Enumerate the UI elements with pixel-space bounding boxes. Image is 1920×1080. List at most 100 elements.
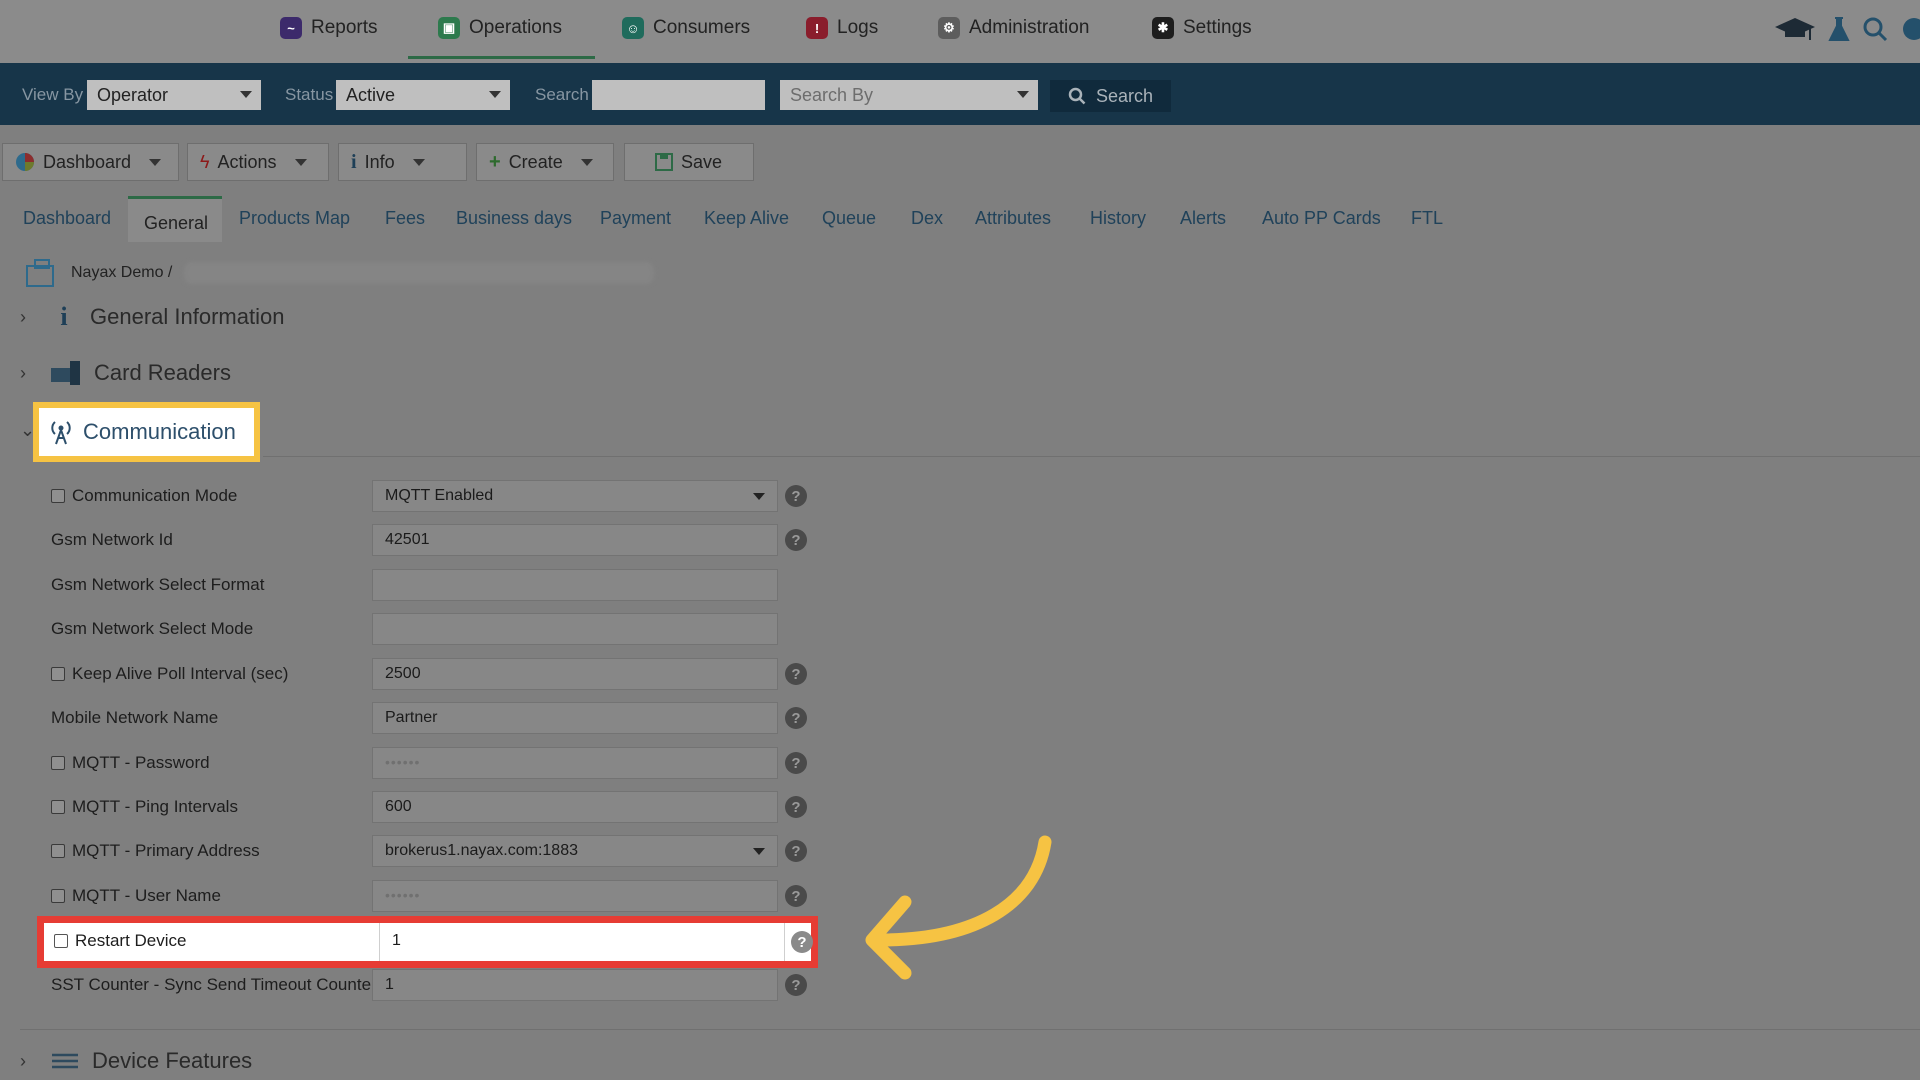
tab-attributes[interactable]: Attributes <box>975 208 1051 229</box>
section-card-readers[interactable]: › Card Readers <box>20 359 231 387</box>
communication-mode-select[interactable]: MQTT Enabled <box>372 480 778 512</box>
help-icon[interactable]: ? <box>785 885 807 907</box>
help-icon[interactable]: ? <box>785 840 807 862</box>
search-icon[interactable] <box>1862 16 1888 42</box>
gsm-network-select-format-input[interactable] <box>372 569 778 601</box>
tab-queue[interactable]: Queue <box>822 208 876 229</box>
view-by-select[interactable]: Operator <box>87 80 261 110</box>
section-device-features[interactable]: › Device Features <box>20 1048 252 1074</box>
restart-device-highlight: Restart Device 1 ? <box>37 916 818 968</box>
help-icon[interactable]: ? <box>791 931 813 953</box>
gsm-network-id-input[interactable]: 42501 <box>372 524 778 556</box>
tab-history[interactable]: History <box>1090 208 1146 229</box>
search-icon <box>1068 87 1086 105</box>
chevron-down-icon <box>1017 91 1029 98</box>
consumers-icon: ☺ <box>622 17 644 39</box>
help-icon[interactable]: ? <box>785 485 807 507</box>
administration-icon: ⚙ <box>938 17 960 39</box>
nav-settings[interactable]: ✱ Settings <box>1152 0 1252 56</box>
breadcrumb-text[interactable]: Nayax Demo / <box>71 264 172 282</box>
chevron-down-icon <box>753 493 765 500</box>
dashboard-dropdown-button[interactable]: Dashboard <box>2 143 179 181</box>
flask-icon[interactable] <box>1828 16 1850 42</box>
actions-dropdown-button[interactable]: ϟ Actions <box>187 143 329 181</box>
tab-fees[interactable]: Fees <box>385 208 425 229</box>
status-label: Status <box>285 85 334 104</box>
nav-logs[interactable]: ! Logs <box>806 0 878 56</box>
gsm-network-select-mode-input[interactable] <box>372 613 778 645</box>
tab-ftl[interactable]: FTL <box>1411 208 1443 229</box>
field-checkbox[interactable] <box>51 800 65 814</box>
tab-alerts[interactable]: Alerts <box>1180 208 1226 229</box>
create-dropdown-button[interactable]: + Create <box>476 143 614 181</box>
tab-dashboard[interactable]: Dashboard <box>23 208 111 229</box>
globe-icon[interactable] <box>1900 16 1920 42</box>
field-checkbox[interactable] <box>51 844 65 858</box>
section-communication[interactable]: Communication <box>33 402 260 462</box>
keep-alive-poll-interval-input[interactable]: 2500 <box>372 658 778 690</box>
status-select[interactable]: Active <box>336 80 510 110</box>
nav-reports[interactable]: ~ Reports <box>280 0 378 56</box>
chevron-down-icon <box>294 158 307 166</box>
search-label: Search <box>535 85 589 104</box>
mobile-network-name-input[interactable]: Partner <box>372 702 778 734</box>
section-general-information[interactable]: › i General Information <box>20 302 284 332</box>
restart-device-checkbox[interactable] <box>54 934 68 948</box>
info-dropdown-button[interactable]: i Info <box>338 143 467 181</box>
chevron-down-icon <box>489 91 501 98</box>
help-icon[interactable]: ? <box>785 707 807 729</box>
reports-icon: ~ <box>280 17 302 39</box>
annotation-arrow-icon <box>865 835 1052 980</box>
view-by-label: View By <box>22 85 84 104</box>
tab-payment[interactable]: Payment <box>600 208 671 229</box>
help-icon[interactable]: ? <box>785 974 807 996</box>
sst-counter-input[interactable]: 1 <box>372 969 778 1001</box>
chevron-down-icon <box>240 91 252 98</box>
mqtt-primary-address-select[interactable]: brokerus1.nayax.com:1883 <box>372 835 778 867</box>
lightning-icon: ϟ <box>200 151 210 172</box>
chevron-down-icon <box>149 158 162 166</box>
card-reader-icon <box>51 361 80 385</box>
graduation-cap-icon[interactable] <box>1774 14 1816 44</box>
tab-auto-pp-cards[interactable]: Auto PP Cards <box>1262 208 1381 229</box>
info-icon: i <box>60 302 68 331</box>
mqtt-password-input[interactable]: •••••• <box>372 747 778 779</box>
help-icon[interactable]: ? <box>785 663 807 685</box>
chevron-right-icon: › <box>20 362 26 383</box>
search-input[interactable] <box>592 80 765 110</box>
pie-chart-icon <box>16 153 34 171</box>
field-checkbox[interactable] <box>51 667 65 681</box>
save-icon <box>655 153 673 171</box>
help-icon[interactable]: ? <box>785 796 807 818</box>
help-icon[interactable]: ? <box>785 529 807 551</box>
chevron-right-icon: › <box>20 306 26 327</box>
section-divider <box>263 456 1920 457</box>
tab-products-map[interactable]: Products Map <box>239 208 350 229</box>
field-checkbox[interactable] <box>51 489 65 503</box>
filter-bar: View By Operator Status Active Search Se… <box>0 63 1920 125</box>
nav-consumers[interactable]: ☺ Consumers <box>622 0 750 56</box>
chevron-down-icon <box>580 158 593 166</box>
device-folder-icon <box>26 259 54 287</box>
info-icon: i <box>351 150 357 173</box>
tab-dex[interactable]: Dex <box>911 208 943 229</box>
search-by-select[interactable]: Search By <box>780 80 1038 110</box>
chevron-down-icon <box>412 158 425 166</box>
nav-administration[interactable]: ⚙ Administration <box>938 0 1089 56</box>
tab-general[interactable]: General <box>128 196 222 242</box>
restart-device-input[interactable]: 1 <box>379 923 785 961</box>
nav-operations[interactable]: ▣ Operations <box>408 0 595 59</box>
mqtt-user-name-input[interactable]: •••••• <box>372 880 778 912</box>
breadcrumb: Nayax Demo / <box>25 258 655 288</box>
tab-keep-alive[interactable]: Keep Alive <box>704 208 789 229</box>
antenna-icon <box>51 421 71 445</box>
chevron-down-icon <box>753 848 765 855</box>
search-button[interactable]: Search <box>1050 80 1171 112</box>
tab-bar: Dashboard General Products Map Fees Busi… <box>0 196 1920 242</box>
save-button[interactable]: Save <box>624 143 754 181</box>
tab-business-days[interactable]: Business days <box>456 208 572 229</box>
field-checkbox[interactable] <box>51 889 65 903</box>
mqtt-ping-intervals-input[interactable]: 600 <box>372 791 778 823</box>
help-icon[interactable]: ? <box>785 752 807 774</box>
field-checkbox[interactable] <box>51 756 65 770</box>
